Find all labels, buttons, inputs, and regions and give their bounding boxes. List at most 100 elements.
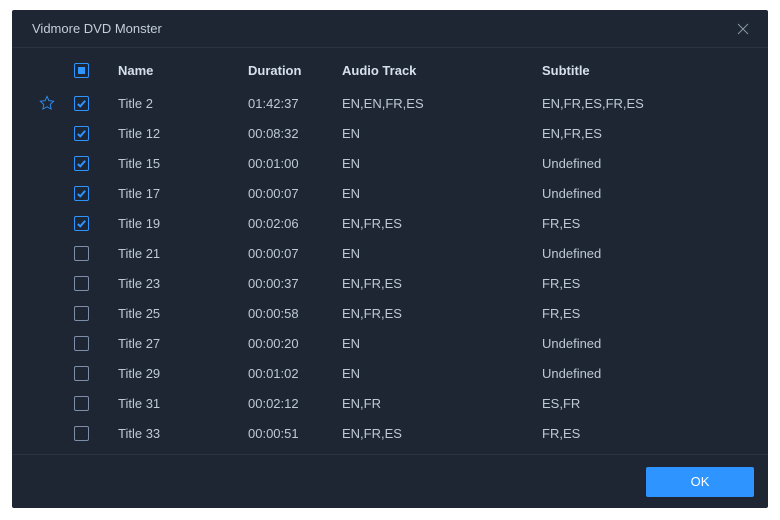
row-checkbox[interactable]: [74, 276, 89, 291]
row-audio: EN,FR,ES: [342, 216, 542, 231]
column-select-all: [64, 63, 98, 78]
row-audio: EN: [342, 186, 542, 201]
check-icon: [76, 158, 87, 169]
select-all-checkbox[interactable]: [74, 63, 89, 78]
check-icon: [76, 188, 87, 199]
star-icon[interactable]: [30, 95, 64, 111]
table-row[interactable]: Title 1200:08:32ENEN,FR,ES: [30, 118, 756, 148]
row-duration: 00:00:07: [248, 186, 342, 201]
row-checkbox[interactable]: [74, 156, 89, 171]
check-icon: [76, 128, 87, 139]
row-duration: 00:01:02: [248, 366, 342, 381]
column-header-duration[interactable]: Duration: [248, 63, 342, 78]
row-audio: EN: [342, 126, 542, 141]
row-name: Title 33: [98, 426, 248, 441]
row-duration: 00:01:00: [248, 156, 342, 171]
row-audio: EN: [342, 336, 542, 351]
row-name: Title 23: [98, 276, 248, 291]
row-audio: EN: [342, 366, 542, 381]
row-subtitle: ES,FR: [542, 396, 756, 411]
row-name: Title 12: [98, 126, 248, 141]
row-checkbox[interactable]: [74, 306, 89, 321]
row-name: Title 15: [98, 156, 248, 171]
row-subtitle: FR,ES: [542, 306, 756, 321]
table-row[interactable]: Title 1900:02:06EN,FR,ESFR,ES: [30, 208, 756, 238]
row-audio: EN,EN,FR,ES: [342, 96, 542, 111]
row-duration: 00:00:51: [248, 426, 342, 441]
window-title: Vidmore DVD Monster: [32, 21, 162, 36]
table-row[interactable]: Title 2700:00:20ENUndefined: [30, 328, 756, 358]
check-icon: [76, 218, 87, 229]
row-name: Title 27: [98, 336, 248, 351]
row-name: Title 17: [98, 186, 248, 201]
row-checkbox[interactable]: [74, 126, 89, 141]
row-checkbox[interactable]: [74, 426, 89, 441]
table-header: Name Duration Audio Track Subtitle: [30, 52, 756, 88]
row-duration: 01:42:37: [248, 96, 342, 111]
table-row[interactable]: Title 3300:00:51EN,FR,ESFR,ES: [30, 418, 756, 448]
column-header-audio[interactable]: Audio Track: [342, 63, 542, 78]
row-subtitle: FR,ES: [542, 216, 756, 231]
table-row[interactable]: Title 2100:00:07ENUndefined: [30, 238, 756, 268]
row-subtitle: EN,FR,ES,FR,ES: [542, 96, 756, 111]
row-check-cell: [64, 396, 98, 411]
footer: OK: [12, 454, 768, 508]
row-name: Title 2: [98, 96, 248, 111]
row-check-cell: [64, 216, 98, 231]
row-audio: EN,FR,ES: [342, 306, 542, 321]
table-row[interactable]: Title 2500:00:58EN,FR,ESFR,ES: [30, 298, 756, 328]
row-duration: 00:00:37: [248, 276, 342, 291]
row-subtitle: EN,FR,ES: [542, 126, 756, 141]
row-name: Title 25: [98, 306, 248, 321]
row-name: Title 29: [98, 366, 248, 381]
dialog-window: Vidmore DVD Monster Name Duration Audio …: [12, 10, 768, 508]
table-row[interactable]: Title 1700:00:07ENUndefined: [30, 178, 756, 208]
close-icon: [736, 22, 750, 36]
row-checkbox[interactable]: [74, 336, 89, 351]
row-duration: 00:00:07: [248, 246, 342, 261]
row-duration: 00:00:58: [248, 306, 342, 321]
table-row[interactable]: Title 2300:00:37EN,FR,ESFR,ES: [30, 268, 756, 298]
row-duration: 00:02:06: [248, 216, 342, 231]
content-area: Name Duration Audio Track Subtitle Title…: [12, 48, 768, 454]
row-check-cell: [64, 246, 98, 261]
row-star-cell: [30, 95, 64, 111]
table-row[interactable]: Title 1500:01:00ENUndefined: [30, 148, 756, 178]
table-body[interactable]: Title 201:42:37EN,EN,FR,ESEN,FR,ES,FR,ES…: [30, 88, 756, 448]
row-check-cell: [64, 126, 98, 141]
row-subtitle: FR,ES: [542, 276, 756, 291]
row-audio: EN,FR,ES: [342, 426, 542, 441]
close-button[interactable]: [732, 18, 754, 40]
row-name: Title 31: [98, 396, 248, 411]
row-duration: 00:00:20: [248, 336, 342, 351]
row-audio: EN,FR: [342, 396, 542, 411]
row-check-cell: [64, 306, 98, 321]
check-icon: [76, 98, 87, 109]
row-checkbox[interactable]: [74, 186, 89, 201]
row-name: Title 21: [98, 246, 248, 261]
table-row[interactable]: Title 3100:02:12EN,FRES,FR: [30, 388, 756, 418]
row-duration: 00:02:12: [248, 396, 342, 411]
row-subtitle: Undefined: [542, 186, 756, 201]
column-header-subtitle[interactable]: Subtitle: [542, 63, 756, 78]
row-checkbox[interactable]: [74, 246, 89, 261]
row-duration: 00:08:32: [248, 126, 342, 141]
row-check-cell: [64, 186, 98, 201]
row-audio: EN: [342, 156, 542, 171]
table-row[interactable]: Title 2900:01:02ENUndefined: [30, 358, 756, 388]
titlebar: Vidmore DVD Monster: [12, 10, 768, 48]
row-audio: EN,FR,ES: [342, 276, 542, 291]
indeterminate-icon: [78, 67, 85, 74]
row-checkbox[interactable]: [74, 96, 89, 111]
row-check-cell: [64, 276, 98, 291]
ok-button[interactable]: OK: [646, 467, 754, 497]
row-subtitle: Undefined: [542, 366, 756, 381]
row-name: Title 19: [98, 216, 248, 231]
row-checkbox[interactable]: [74, 216, 89, 231]
row-checkbox[interactable]: [74, 396, 89, 411]
row-checkbox[interactable]: [74, 366, 89, 381]
column-header-name[interactable]: Name: [98, 63, 248, 78]
table-row[interactable]: Title 201:42:37EN,EN,FR,ESEN,FR,ES,FR,ES: [30, 88, 756, 118]
row-check-cell: [64, 156, 98, 171]
row-subtitle: FR,ES: [542, 426, 756, 441]
